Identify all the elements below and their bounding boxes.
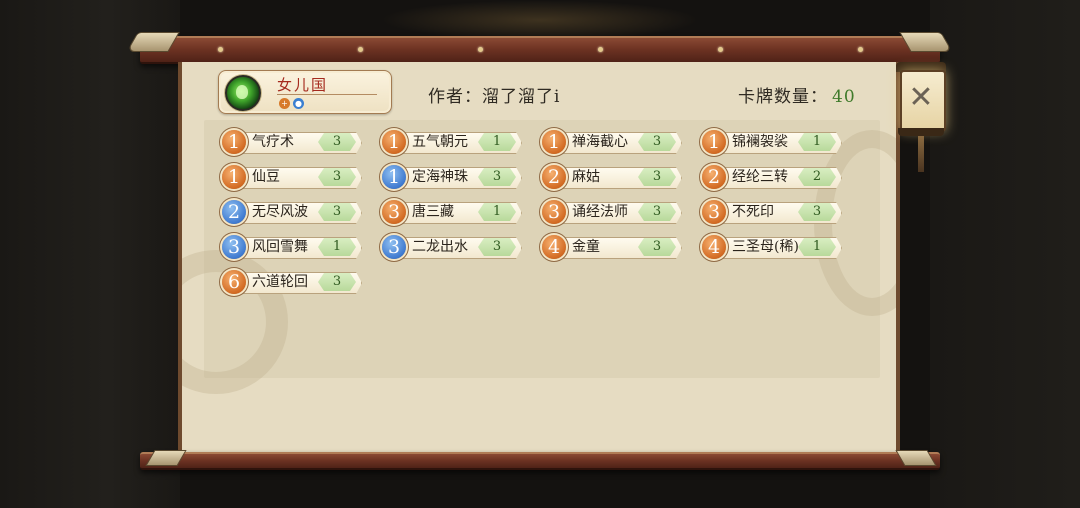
fire-element-icon: + bbox=[279, 98, 290, 109]
faction-emblem-icon bbox=[225, 75, 261, 111]
deck-card-count: 卡牌数量： 40 bbox=[738, 82, 856, 107]
card-name: 诵经法师 bbox=[572, 204, 628, 220]
card-name: 锦襕袈裟 bbox=[732, 134, 788, 150]
rod-stud bbox=[218, 47, 223, 52]
rod-stud bbox=[598, 47, 603, 52]
background-glow bbox=[380, 0, 700, 40]
card-quantity: 3 bbox=[638, 203, 676, 221]
card-item[interactable]: 1 3 唐三藏 bbox=[376, 200, 522, 224]
card-name: 五气朝元 bbox=[412, 134, 468, 150]
card-quantity: 1 bbox=[798, 238, 836, 256]
card-item[interactable]: 3 1 气疗术 bbox=[216, 130, 362, 154]
card-item[interactable]: 1 1 锦襕袈裟 bbox=[696, 130, 842, 154]
card-quantity: 1 bbox=[318, 238, 356, 256]
card-quantity: 3 bbox=[798, 203, 836, 221]
card-quantity: 3 bbox=[478, 168, 516, 186]
card-item[interactable]: 1 1 五气朝元 bbox=[376, 130, 522, 154]
card-name: 唐三藏 bbox=[412, 204, 454, 220]
card-name: 二龙出水 bbox=[412, 239, 468, 255]
background-left bbox=[0, 0, 180, 508]
card-cost-badge: 1 bbox=[542, 130, 566, 154]
card-quantity: 3 bbox=[638, 133, 676, 151]
card-name: 仙豆 bbox=[252, 169, 280, 185]
card-item[interactable]: 3 2 无尽风波 bbox=[216, 200, 362, 224]
card-name: 金童 bbox=[572, 239, 600, 255]
close-icon[interactable]: ✕ bbox=[900, 78, 942, 118]
card-name: 禅海截心 bbox=[572, 134, 628, 150]
card-quantity: 3 bbox=[318, 273, 356, 291]
card-cost-badge: 2 bbox=[542, 165, 566, 189]
card-quantity: 3 bbox=[318, 168, 356, 186]
card-name: 风回雪舞 bbox=[252, 239, 308, 255]
card-cost-badge: 2 bbox=[702, 165, 726, 189]
card-cost-badge: 6 bbox=[222, 270, 246, 294]
card-cost-badge: 3 bbox=[382, 200, 406, 224]
card-cost-badge: 2 bbox=[222, 200, 246, 224]
card-name: 六道轮回 bbox=[252, 274, 308, 290]
rod-stud bbox=[718, 47, 723, 52]
lantern-base bbox=[898, 128, 944, 136]
card-quantity: 1 bbox=[478, 133, 516, 151]
card-name: 气疗术 bbox=[252, 134, 294, 150]
card-quantity: 3 bbox=[478, 238, 516, 256]
card-item[interactable]: 3 3 二龙出水 bbox=[376, 235, 522, 259]
water-element-icon: ● bbox=[293, 98, 304, 109]
card-item[interactable]: 3 3 不死印 bbox=[696, 200, 842, 224]
card-item[interactable]: 3 2 麻姑 bbox=[536, 165, 682, 189]
card-cost-badge: 1 bbox=[222, 165, 246, 189]
card-item[interactable]: 2 2 经纶三转 bbox=[696, 165, 842, 189]
card-quantity: 3 bbox=[638, 168, 676, 186]
lantern-tassel bbox=[918, 136, 924, 172]
card-cost-badge: 4 bbox=[702, 235, 726, 259]
card-item[interactable]: 3 1 禅海截心 bbox=[536, 130, 682, 154]
card-item[interactable]: 3 3 诵经法师 bbox=[536, 200, 682, 224]
card-item[interactable]: 3 4 金童 bbox=[536, 235, 682, 259]
card-item[interactable]: 1 4 三圣母(稀) bbox=[696, 235, 842, 259]
card-item[interactable]: 3 1 仙豆 bbox=[216, 165, 362, 189]
card-quantity: 2 bbox=[798, 168, 836, 186]
card-item[interactable]: 3 6 六道轮回 bbox=[216, 270, 362, 294]
card-name: 不死印 bbox=[732, 204, 774, 220]
card-cost-badge: 3 bbox=[542, 200, 566, 224]
rod-stud bbox=[478, 47, 483, 52]
card-cost-badge: 1 bbox=[382, 130, 406, 154]
divider bbox=[277, 94, 377, 95]
card-cost-badge: 3 bbox=[702, 200, 726, 224]
card-name: 无尽风波 bbox=[252, 204, 308, 220]
background-right bbox=[930, 0, 1080, 508]
card-cost-badge: 3 bbox=[222, 235, 246, 259]
card-name: 经纶三转 bbox=[732, 169, 788, 185]
rod-stud bbox=[858, 47, 863, 52]
card-item[interactable]: 1 3 风回雪舞 bbox=[216, 235, 362, 259]
card-count-label: 卡牌数量： bbox=[738, 87, 828, 107]
card-name: 定海神珠 bbox=[412, 169, 468, 185]
deck-scroll-panel: 女儿国 + ● 作者：溜了溜了i 卡牌数量： 40 3 1 气疗术 1 1 五气朝元 3 1 禅海… bbox=[178, 62, 900, 454]
card-count-value: 40 bbox=[832, 87, 856, 107]
deck-author: 作者：溜了溜了i bbox=[428, 87, 561, 107]
card-quantity: 3 bbox=[638, 238, 676, 256]
card-quantity: 3 bbox=[318, 133, 356, 151]
faction-name: 女儿国 bbox=[277, 76, 329, 94]
rod-stud bbox=[358, 47, 363, 52]
card-cost-badge: 1 bbox=[702, 130, 726, 154]
card-cost-badge: 4 bbox=[542, 235, 566, 259]
faction-badge: 女儿国 + ● bbox=[218, 70, 392, 114]
card-quantity: 3 bbox=[318, 203, 356, 221]
scroll-rod-bottom bbox=[140, 452, 940, 470]
scroll-rod-top bbox=[140, 36, 940, 64]
card-quantity: 1 bbox=[798, 133, 836, 151]
card-cost-badge: 3 bbox=[382, 235, 406, 259]
card-cost-badge: 1 bbox=[382, 165, 406, 189]
card-cost-badge: 1 bbox=[222, 130, 246, 154]
card-name: 三圣母(稀) bbox=[732, 239, 799, 255]
card-quantity: 1 bbox=[478, 203, 516, 221]
card-item[interactable]: 3 1 定海神珠 bbox=[376, 165, 522, 189]
card-name: 麻姑 bbox=[572, 169, 600, 185]
